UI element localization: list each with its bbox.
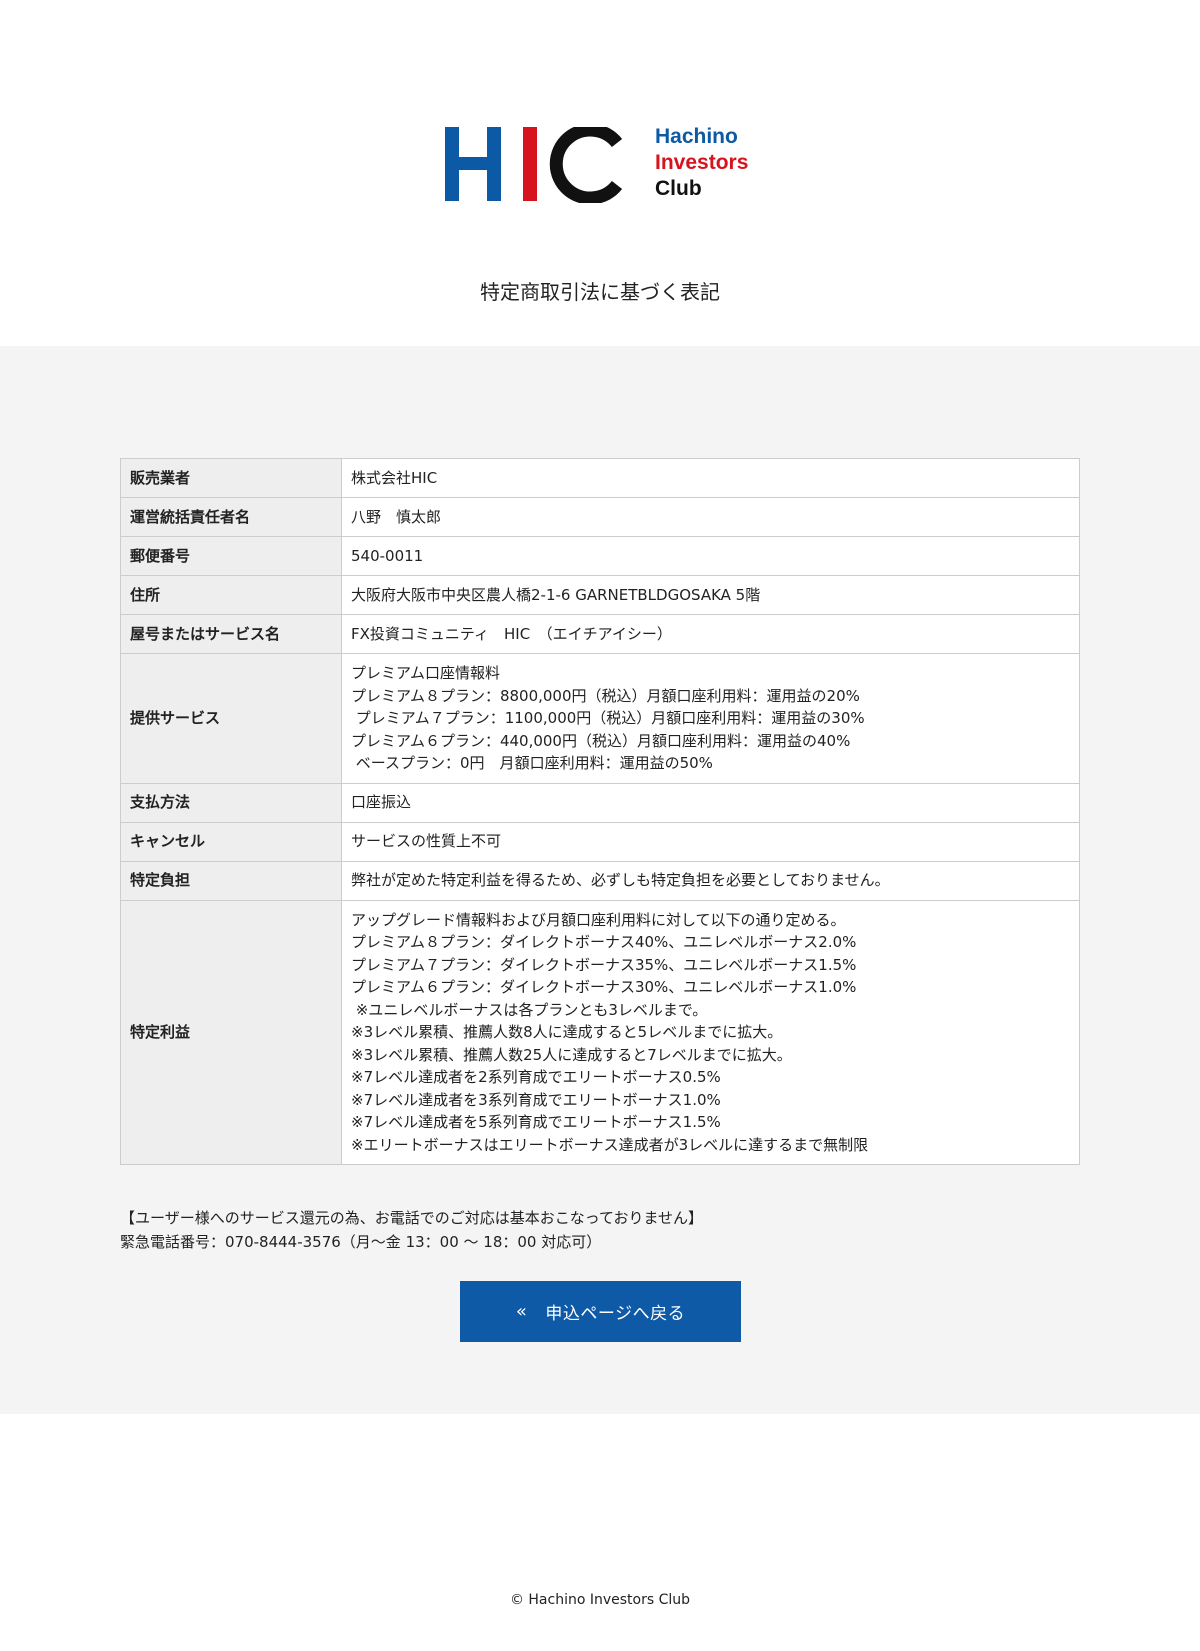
main-content: 販売業者 株式会社HIC 運営統括責任者名 八野 慎太郎 郵便番号 540-00… — [0, 346, 1200, 1414]
header: Hachino Investors Club 特定商取引法に基づく表記 — [0, 0, 1200, 346]
logo-line-investors: Investors — [655, 151, 749, 174]
table-row: 販売業者 株式会社HIC — [120, 458, 1080, 498]
notice-emergency-phone: 緊急電話番号：070-8444-3576（月～金 13：00 ～ 18：00 対… — [120, 1233, 602, 1251]
logo-h-bar — [445, 157, 501, 170]
row-value-seller: 株式会社HIC — [341, 458, 1080, 498]
row-value-specific-burden: 弊社が定めた特定利益を得るため、必ずしも特定負担を必要としておりません。 — [341, 860, 1080, 901]
profit-line: ※3レベル累積、推薦人数25人に達成すると7レベルまでに拡大。 — [351, 1045, 792, 1064]
profit-line: ※7レベル達成者を2系列育成でエリートボーナス0.5% — [351, 1068, 721, 1086]
footer: © Hachino Investors Club — [0, 1592, 1200, 1608]
table-row: 提供サービス プレミアム口座情報料 プレミアム８プラン：8800,000円（税込… — [120, 653, 1080, 784]
profit-line: プレミアム６プラン：ダイレクトボーナス30%、ユニレベルボーナス1.0% — [351, 978, 857, 996]
logo-c — [549, 127, 623, 203]
back-button-label: 申込ページへ戻る — [545, 1304, 686, 1324]
row-label-seller: 販売業者 — [120, 458, 342, 498]
row-value-address: 大阪府大阪市中央区農人橋2-1-6 GARNETBLDGOSAKA 5階 — [341, 575, 1080, 615]
row-value-payment: 口座振込 — [341, 782, 1080, 823]
profit-line: ※3レベル累積、推薦人数8人に達成すると5レベルまでに拡大。 — [351, 1023, 783, 1041]
profit-line: アップグレード情報料および月額口座利用料に対して以下の通り定める。 — [351, 910, 846, 929]
row-label-services: 提供サービス — [120, 653, 342, 784]
table-row: 特定負担 弊社が定めた特定利益を得るため、必ずしも特定負担を必要としておりません… — [120, 860, 1080, 901]
hic-logo-mark — [445, 127, 623, 203]
table-row: 郵便番号 540-0011 — [120, 536, 1080, 576]
row-value-services: プレミアム口座情報料 プレミアム８プラン：8800,000円（税込）月額口座利用… — [341, 653, 1080, 784]
row-label-specific-burden: 特定負担 — [120, 860, 342, 901]
service-line: プレミアム８プラン：8800,000円（税込）月額口座利用料：運用益の20% — [351, 686, 860, 705]
hic-logo[interactable]: Hachino Investors Club — [445, 120, 765, 212]
row-label-cancel: キャンセル — [120, 821, 342, 862]
table-row: キャンセル サービスの性質上不可 — [120, 821, 1080, 862]
profit-line: プレミアム７プラン：ダイレクトボーナス35%、ユニレベルボーナス1.5% — [351, 955, 857, 974]
row-label-postal-code: 郵便番号 — [120, 536, 342, 576]
legal-info-table: 販売業者 株式会社HIC 運営統括責任者名 八野 慎太郎 郵便番号 540-00… — [120, 458, 1080, 1165]
double-chevron-left-icon: « — [515, 1301, 528, 1322]
notice-phone-policy: 【ユーザー様へのサービス還元の為、お電話でのご対応は基本おこなっておりません】 — [120, 1209, 704, 1227]
row-label-payment: 支払方法 — [120, 782, 342, 823]
logo-i — [523, 127, 537, 201]
row-value-service-name: FX投資コミュニティ HIC （エイチアイシー） — [341, 614, 1080, 654]
row-label-specific-profit: 特定利益 — [120, 899, 342, 1165]
copyright: © Hachino Investors Club — [509, 1592, 691, 1608]
row-label-service-name: 屋号またはサービス名 — [120, 614, 342, 654]
service-line: ベースプラン：0円 月額口座利用料：運用益の50% — [351, 754, 713, 772]
back-to-application-button[interactable]: « 申込ページへ戻る — [460, 1281, 741, 1342]
contact-notice: 【ユーザー様へのサービス還元の為、お電話でのご対応は基本おこなっておりません】 … — [120, 1206, 703, 1254]
logo-wordmark: Hachino Investors Club — [655, 124, 748, 202]
logo-line-club: Club — [655, 177, 702, 200]
row-label-manager: 運営統括責任者名 — [120, 497, 342, 537]
table-row: 特定利益 アップグレード情報料および月額口座利用料に対して以下の通り定める。 プ… — [120, 899, 1080, 1165]
table-row: 屋号またはサービス名 FX投資コミュニティ HIC （エイチアイシー） — [120, 614, 1080, 654]
table-row: 運営統括責任者名 八野 慎太郎 — [120, 497, 1080, 537]
profit-line: プレミアム８プラン：ダイレクトボーナス40%、ユニレベルボーナス2.0% — [351, 933, 857, 951]
logo-line-hachino: Hachino — [655, 125, 738, 148]
table-row: 支払方法 口座振込 — [120, 782, 1080, 823]
row-value-postal-code: 540-0011 — [341, 536, 1080, 576]
profit-line: ※ユニレベルボーナスは各プランとも3レベルまで。 — [351, 1000, 708, 1019]
table-row: 住所 大阪府大阪市中央区農人橋2-1-6 GARNETBLDGOSAKA 5階 — [120, 575, 1080, 615]
row-label-address: 住所 — [120, 575, 342, 615]
row-value-manager: 八野 慎太郎 — [341, 497, 1080, 537]
service-line: プレミアム６プラン：440,000円（税込）月額口座利用料：運用益の40% — [351, 731, 851, 750]
profit-line: ※7レベル達成者を5系列育成でエリートボーナス1.5% — [351, 1113, 721, 1131]
row-value-specific-profit: アップグレード情報料および月額口座利用料に対して以下の通り定める。 プレミアム８… — [341, 899, 1080, 1165]
profit-line: ※7レベル達成者を3系列育成でエリートボーナス1.0% — [351, 1090, 721, 1109]
service-line: プレミアム７プラン：1100,000円（税込）月額口座利用料：運用益の30% — [351, 709, 865, 727]
row-value-cancel: サービスの性質上不可 — [341, 821, 1080, 862]
page-title: 特定商取引法に基づく表記 — [480, 280, 720, 304]
profit-line: ※エリートボーナスはエリートボーナス達成者が3レベルに達するまで無制限 — [351, 1135, 869, 1154]
service-line: プレミアム口座情報料 — [351, 664, 500, 682]
